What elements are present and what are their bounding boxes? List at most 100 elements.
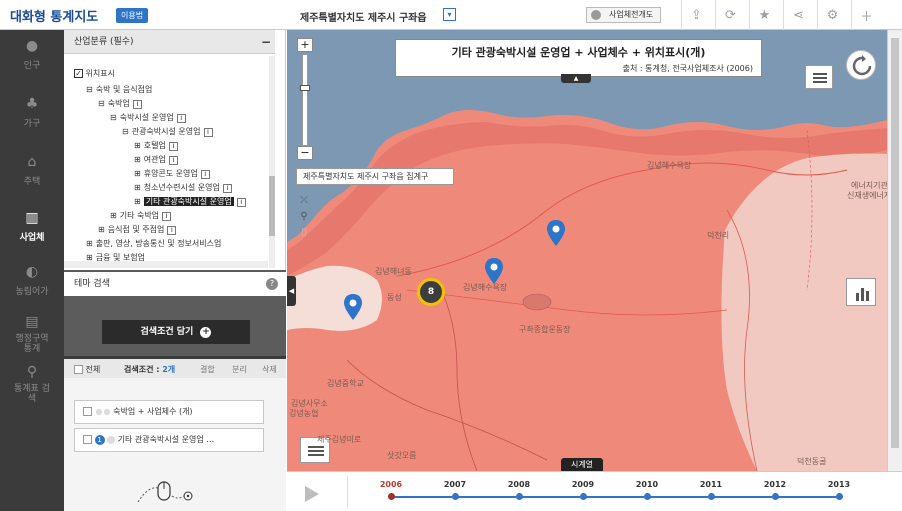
pin-icon[interactable]: ⚲ [297, 210, 311, 224]
collapse-icon[interactable]: − [261, 30, 271, 54]
timeline-year-label[interactable]: 2010 [627, 480, 667, 489]
info-icon[interactable]: i [236, 198, 246, 207]
plus-icon[interactable]: ＋ [851, 0, 881, 30]
expand-icon[interactable]: ⊞ [110, 211, 117, 220]
checkbox[interactable] [83, 407, 92, 416]
timeline-year-dot[interactable] [836, 493, 843, 500]
timeline-year-dot[interactable] [772, 493, 779, 500]
timeline-year-label[interactable]: 2006 [371, 480, 411, 489]
expand-icon[interactable]: ⊞ [134, 141, 141, 150]
expand-icon[interactable]: ⊞ [98, 225, 105, 234]
info-icon[interactable]: i [167, 226, 177, 235]
sync-icon[interactable]: ⟳ [715, 0, 745, 30]
app-title[interactable]: 대화형 통계지도 [10, 6, 98, 25]
info-icon[interactable]: i [176, 114, 186, 123]
location-pin-icon[interactable] [344, 294, 362, 320]
map-scrollbar[interactable] [887, 30, 902, 471]
zoom-slider[interactable] [300, 54, 310, 146]
gear-icon[interactable]: ⚙ [817, 0, 847, 30]
show-location-option[interactable]: ✓ 위치표시 [74, 68, 115, 79]
cluster-marker[interactable]: 8 [417, 278, 445, 306]
map-scroll-thumb[interactable] [891, 38, 899, 448]
tree-item[interactable]: ⊞ 기타 관광숙박시설 운영업 i [134, 196, 246, 207]
tree-item[interactable]: ⊞ 호텔업 i [134, 140, 178, 151]
timeline-year-dot[interactable] [452, 493, 459, 500]
zoom-out-button[interactable]: − [297, 146, 313, 160]
info-icon[interactable]: i [168, 156, 178, 165]
play-icon[interactable] [305, 486, 319, 502]
timeline-year-dot[interactable] [388, 493, 395, 500]
location-pin-icon[interactable] [547, 220, 565, 246]
tree-item[interactable]: ⊞ 여관업 i [134, 154, 178, 165]
expand-icon[interactable]: ⊞ [134, 197, 141, 206]
help-icon[interactable]: ? [266, 278, 278, 290]
checkbox-checked[interactable]: ✓ [74, 69, 83, 78]
info-icon[interactable]: i [222, 184, 232, 193]
result-item[interactable]: 1 기타 관광숙박시설 운영업 … [74, 428, 264, 452]
tree-scrollbar[interactable] [269, 56, 275, 268]
info-icon[interactable]: i [200, 170, 210, 179]
tree-item[interactable]: ⊟ 관광숙박시설 운영업 i [122, 126, 213, 137]
theme-search-row[interactable]: 테마 검색 ? [64, 272, 286, 296]
nav-item-household[interactable]: ♣ 가구 [0, 88, 64, 146]
tree-hscrollbar[interactable] [64, 261, 268, 268]
refresh-icon[interactable] [846, 50, 876, 80]
checkbox[interactable] [83, 435, 92, 444]
result-item[interactable]: 숙박업 + 사업체수 (개) [74, 400, 264, 424]
tree-item[interactable]: ⊟ 숙박업 i [98, 98, 142, 109]
timeline-tab[interactable]: 시계열 [561, 458, 603, 471]
timeline-year-label[interactable]: 2009 [563, 480, 603, 489]
expand-icon[interactable]: ⊞ [86, 239, 93, 248]
bar-chart-icon[interactable] [846, 278, 876, 306]
nav-item-table-search[interactable]: ⚲ 통계표 검색 [0, 356, 64, 414]
nav-item-business[interactable]: ▥ 사업체 [0, 202, 64, 260]
expand-icon[interactable]: ⊞ [134, 155, 141, 164]
timeline-year-dot[interactable] [708, 493, 715, 500]
star-icon[interactable]: ★ [749, 0, 779, 30]
location-pin-icon[interactable] [485, 258, 503, 284]
chevron-down-icon[interactable]: ▾ [443, 8, 456, 21]
legend-button[interactable] [805, 65, 833, 89]
tree-item[interactable]: ⊞ 음식점 및 주점업 i [98, 224, 177, 235]
info-icon[interactable]: i [168, 142, 178, 151]
tree-item[interactable]: ⊞ 기타 숙박업 i [110, 210, 172, 221]
timeline-year-label[interactable]: 2012 [755, 480, 795, 489]
upload-icon[interactable]: ⇪ [681, 0, 711, 30]
checkbox[interactable] [74, 365, 83, 374]
save-conditions-button[interactable]: 검색조건 담기 + [102, 320, 250, 344]
trash-icon[interactable]: ▯ [297, 226, 311, 240]
share-icon[interactable]: ⋖ [783, 0, 813, 30]
timeline-year-dot[interactable] [516, 493, 523, 500]
zoom-in-button[interactable]: + [297, 38, 313, 52]
collapse-icon[interactable]: ⊟ [98, 99, 105, 108]
business-layout-toggle[interactable]: 사업체전개도 [586, 7, 661, 23]
timeline-year-label[interactable]: 2007 [435, 480, 475, 489]
timeline-year-dot[interactable] [580, 493, 587, 500]
tree-item[interactable]: ⊞ 청소년수련시설 운영업 i [134, 182, 232, 193]
info-icon[interactable]: i [132, 100, 142, 109]
tree-item[interactable]: ⊞ 휴양콘도 운영업 i [134, 168, 210, 179]
collapse-icon[interactable]: ⊟ [122, 127, 129, 136]
panel-toggle-arrow-icon[interactable]: ◀ [287, 276, 296, 306]
timeline-year-dot[interactable] [644, 493, 651, 500]
collapse-title-arrow-icon[interactable]: ▲ [561, 74, 591, 83]
tree-item[interactable]: ⊟ 숙박시설 운영업 i [110, 112, 186, 123]
tree-item[interactable]: ⊞ 출판, 영상, 방송통신 및 정보서비스업 [86, 238, 221, 249]
collapse-icon[interactable]: ⊟ [86, 85, 93, 94]
nav-item-population[interactable]: ● 인구 [0, 30, 64, 88]
clear-icon[interactable]: ⤫ [297, 194, 311, 208]
timeline-year-label[interactable]: 2013 [819, 480, 859, 489]
zoom-slider-handle[interactable] [300, 85, 310, 91]
collapse-icon[interactable]: ⊟ [110, 113, 117, 122]
nav-item-housing[interactable]: ⌂ 주택 [0, 146, 64, 204]
map-canvas[interactable]: 기타 관광숙박시설 운영업 + 사업체수 + 위치표시(개) 출처 : 통계청,… [287, 30, 887, 471]
timeline-year-label[interactable]: 2008 [499, 480, 539, 489]
tree-item[interactable]: ⊟ 숙박 및 음식점업 [86, 84, 152, 95]
timeline-year-label[interactable]: 2011 [691, 480, 731, 489]
expand-icon[interactable]: ⊞ [134, 169, 141, 178]
tree-scroll-thumb[interactable] [269, 176, 275, 236]
info-icon[interactable]: i [162, 212, 172, 221]
info-icon[interactable]: i [203, 128, 213, 137]
expand-icon[interactable]: ⊞ [134, 183, 141, 192]
guide-button[interactable]: 이용법 [116, 8, 149, 23]
